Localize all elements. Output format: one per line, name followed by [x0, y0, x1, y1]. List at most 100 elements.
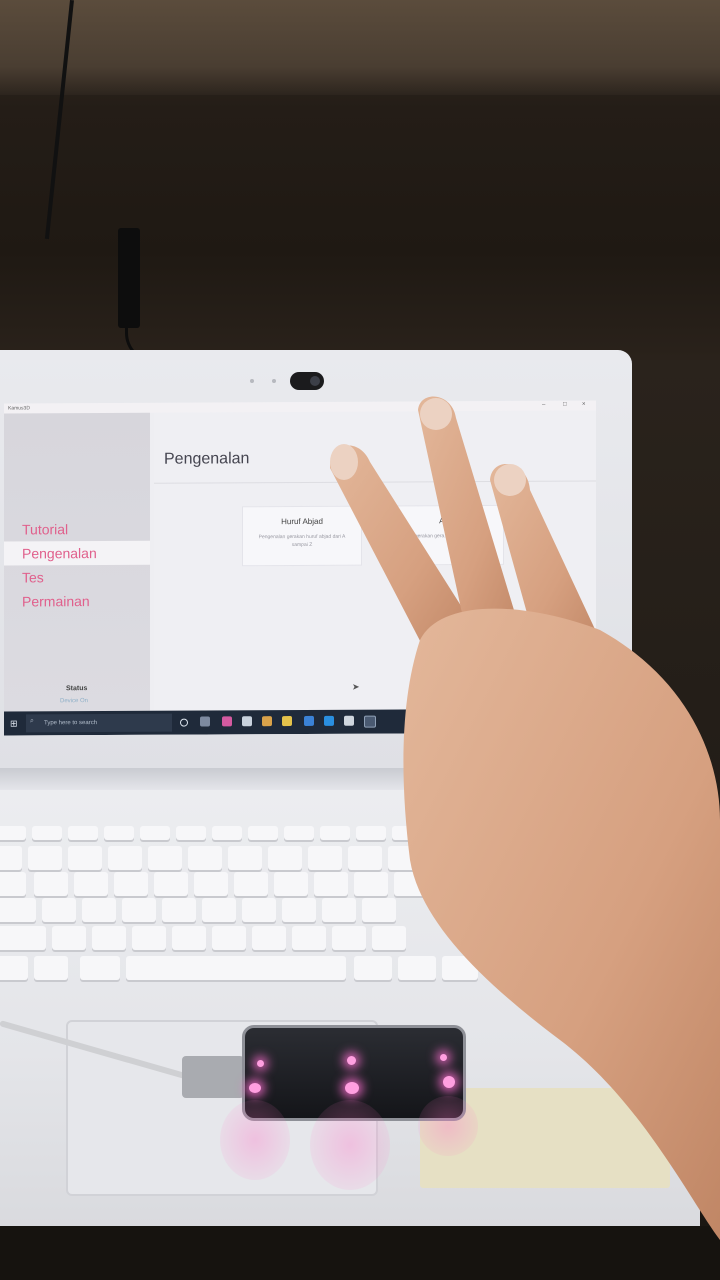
infrared-led [443, 1076, 455, 1088]
key[interactable] [0, 898, 36, 922]
key[interactable] [148, 846, 182, 870]
key[interactable] [132, 926, 166, 950]
key[interactable] [212, 826, 242, 840]
windows-start-icon[interactable]: ⊞ [10, 718, 18, 729]
key[interactable] [322, 898, 356, 922]
key[interactable] [332, 926, 366, 950]
card-description: Pengenalan gerakan huruf abjad dari A sa… [258, 533, 346, 549]
key[interactable] [0, 846, 22, 870]
webcam-shutter [290, 372, 324, 390]
key[interactable] [388, 846, 422, 870]
app-icon[interactable] [282, 716, 292, 727]
menu-key[interactable] [398, 956, 436, 980]
key[interactable] [292, 926, 326, 950]
key[interactable] [154, 872, 188, 896]
led-reflection [418, 1096, 478, 1156]
key[interactable] [248, 826, 278, 840]
mouse-cursor-icon: ➤ [352, 681, 360, 692]
spacebar[interactable] [126, 956, 346, 980]
key[interactable] [28, 846, 62, 870]
key[interactable] [188, 846, 222, 870]
vscode-icon[interactable] [324, 715, 334, 726]
card-title: An [439, 516, 449, 526]
key[interactable] [442, 956, 478, 980]
key[interactable] [108, 846, 142, 870]
key[interactable] [80, 956, 120, 980]
key[interactable] [42, 898, 76, 922]
key[interactable] [268, 846, 302, 870]
key[interactable] [284, 826, 314, 840]
key[interactable] [392, 826, 422, 840]
key[interactable] [348, 846, 382, 870]
laptop-hinge [0, 768, 700, 790]
status-label: Status [66, 685, 88, 693]
key[interactable] [308, 846, 342, 870]
key[interactable] [0, 926, 46, 950]
maximize-icon[interactable]: □ [563, 402, 567, 408]
key[interactable] [202, 898, 236, 922]
key[interactable] [0, 826, 26, 840]
led-reflection [220, 1100, 290, 1180]
led-reflection [310, 1100, 390, 1190]
infrared-led [440, 1054, 447, 1061]
nav-item-tes[interactable]: Tes [4, 565, 150, 590]
taskbar: ⊞ Type here to search ⌕ [4, 708, 596, 736]
sensor-dot [272, 379, 276, 383]
store-icon[interactable] [304, 715, 314, 726]
desk-front-edge [0, 1226, 720, 1280]
key[interactable] [356, 826, 386, 840]
cortana-icon[interactable] [180, 718, 188, 727]
key[interactable] [252, 926, 286, 950]
wooden-shelf [0, 0, 720, 95]
key[interactable] [354, 956, 392, 980]
key[interactable] [104, 826, 134, 840]
nav-item-pengenalan[interactable]: Pengenalan [4, 540, 150, 566]
key[interactable] [74, 872, 108, 896]
key[interactable] [274, 872, 308, 896]
search-icon: ⌕ [30, 717, 34, 725]
key[interactable] [0, 956, 28, 980]
key[interactable] [176, 826, 206, 840]
nav-item-tutorial[interactable]: Tutorial [4, 517, 150, 542]
file-explorer-icon[interactable] [242, 716, 252, 727]
task-view-icon[interactable] [200, 716, 210, 727]
key[interactable] [140, 826, 170, 840]
card-title: Huruf Abjad [281, 516, 323, 527]
windows-key[interactable] [34, 956, 68, 980]
key[interactable] [82, 898, 116, 922]
app-icon[interactable] [222, 716, 232, 727]
key[interactable] [228, 846, 262, 870]
key[interactable] [282, 898, 316, 922]
key[interactable] [172, 926, 206, 950]
close-icon[interactable]: × [582, 402, 586, 408]
key[interactable] [362, 898, 396, 922]
minimize-icon[interactable]: – [542, 402, 545, 408]
key[interactable] [92, 926, 126, 950]
key[interactable] [394, 872, 428, 896]
key[interactable] [242, 898, 276, 922]
key[interactable] [372, 926, 406, 950]
key[interactable] [52, 926, 86, 950]
key[interactable] [212, 926, 246, 950]
key[interactable] [162, 898, 196, 922]
active-app-icon[interactable] [364, 715, 376, 728]
key[interactable] [34, 872, 68, 896]
key[interactable] [320, 826, 350, 840]
taskbar-search-input[interactable]: Type here to search [26, 713, 172, 733]
key[interactable] [194, 872, 228, 896]
key[interactable] [68, 826, 98, 840]
key[interactable] [114, 872, 148, 896]
key[interactable] [32, 826, 62, 840]
card-huruf-abjad[interactable]: Huruf Abjad Pengenalan gerakan huruf abj… [242, 505, 362, 567]
key[interactable] [234, 872, 268, 896]
key[interactable] [122, 898, 156, 922]
key[interactable] [314, 872, 348, 896]
card-angka[interactable]: An gerakan gera... 1 sampa... [384, 504, 504, 566]
key[interactable] [0, 872, 26, 896]
key[interactable] [354, 872, 388, 896]
folder-icon[interactable] [262, 716, 272, 727]
key[interactable] [68, 846, 102, 870]
nav-item-permainan[interactable]: Permainan [4, 589, 150, 614]
app-icon[interactable] [344, 715, 354, 726]
infrared-led [249, 1083, 261, 1093]
